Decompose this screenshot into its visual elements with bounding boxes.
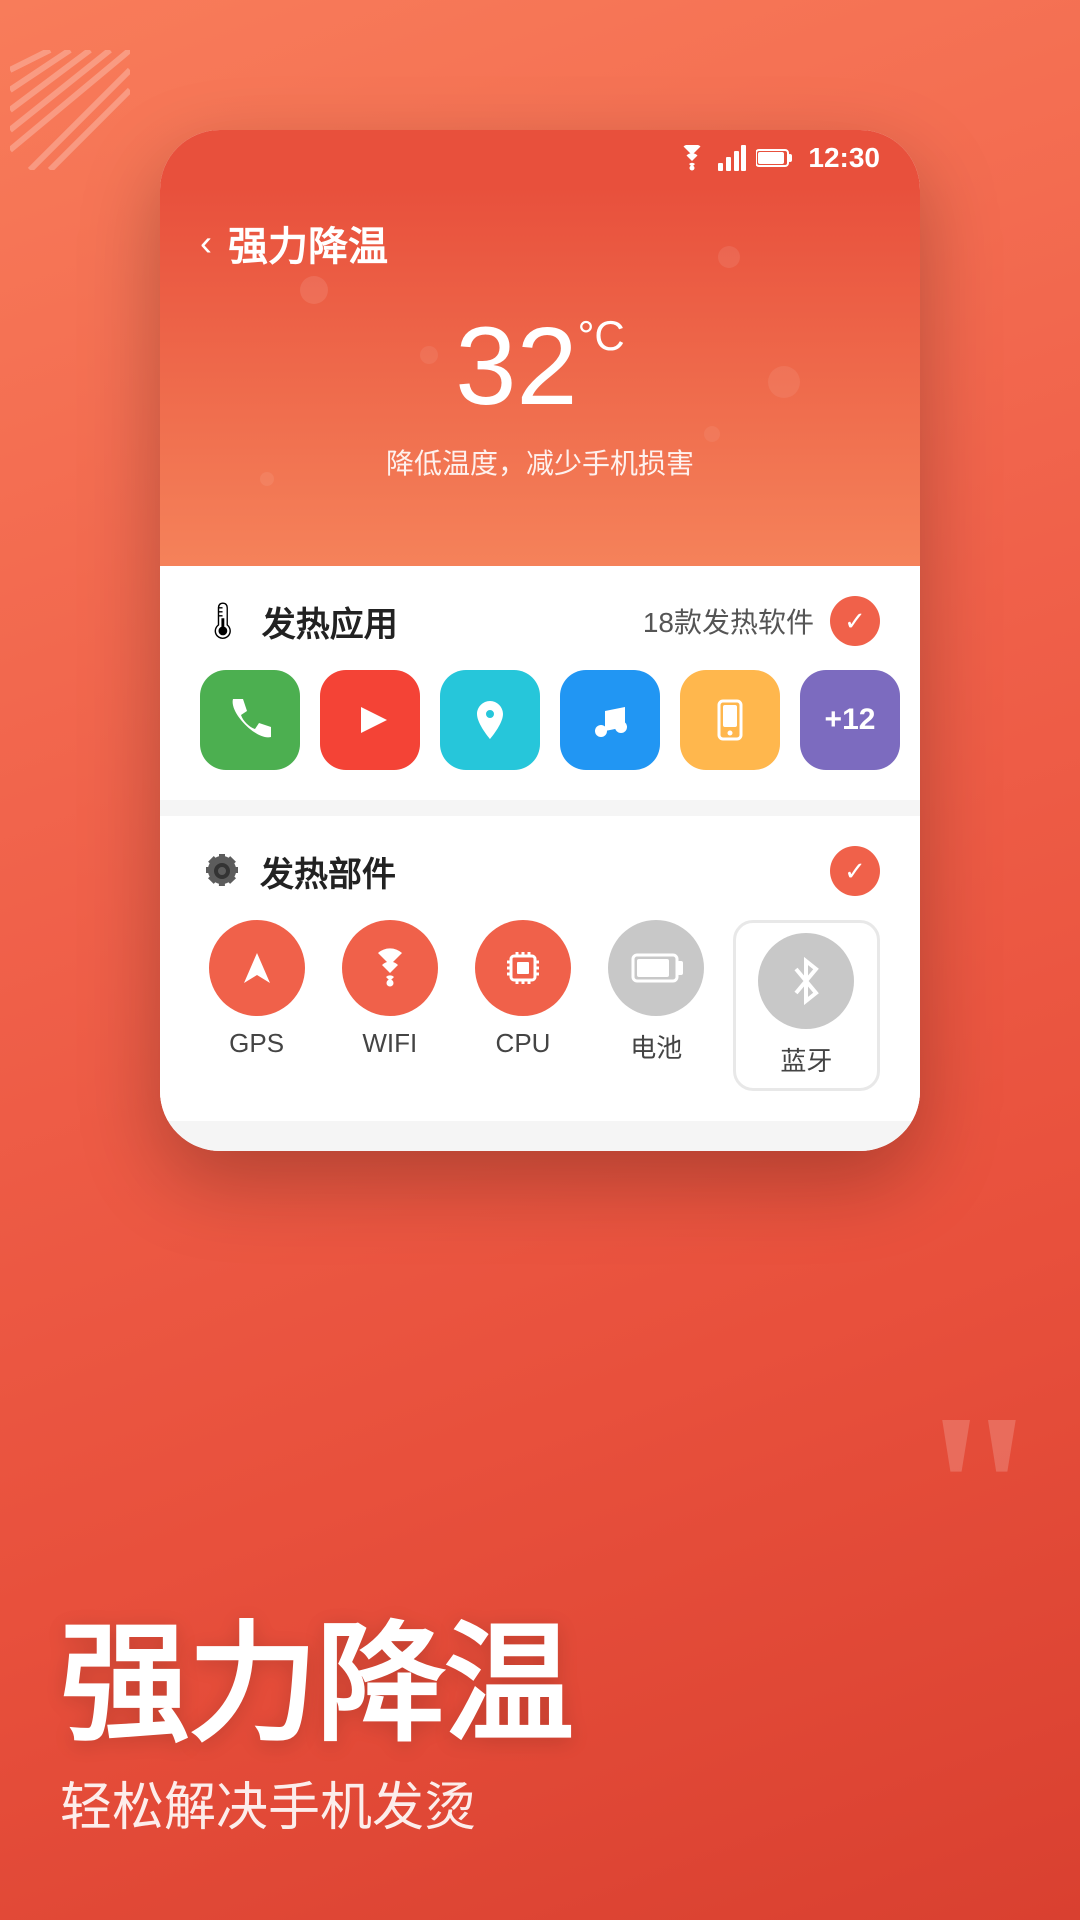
status-time: 12:30 <box>808 142 880 174</box>
apps-count-badge: 18款发热软件 <box>643 601 814 641</box>
cpu-label: CPU <box>496 1028 551 1059</box>
battery-status-icon <box>756 147 792 169</box>
temperature-value: 32 <box>455 312 577 422</box>
status-icons <box>676 145 792 171</box>
heating-apps-section: 🌡 发热应用 18款发热软件 ✓ <box>160 566 920 800</box>
cpu-icon-circle <box>475 920 571 1016</box>
sub-headline: 轻松解决手机发烫 <box>60 1765 1020 1840</box>
app-icon-more[interactable]: +12 <box>800 670 900 770</box>
app-icon-maps[interactable] <box>440 670 540 770</box>
temperature-description: 降低温度，减少手机损害 <box>200 442 880 482</box>
heating-components-section: 发热部件 ✓ GPS <box>160 816 920 1121</box>
bubble-1 <box>300 276 328 304</box>
gear-icon <box>200 849 244 893</box>
more-label: +12 <box>825 703 876 737</box>
components-section-header: 发热部件 ✓ <box>200 846 880 896</box>
deco-quote: " <box>918 1380 1040 1600</box>
gps-label: GPS <box>229 1028 284 1059</box>
wifi-label: WIFI <box>362 1028 417 1059</box>
app-icon-video[interactable] <box>320 670 420 770</box>
apps-section-title: 发热应用 <box>262 597 398 646</box>
battery-icon-circle <box>608 920 704 1016</box>
phone-body: 🌡 发热应用 18款发热软件 ✓ <box>160 566 920 1151</box>
bluetooth-icon-circle <box>758 933 854 1029</box>
component-bluetooth[interactable]: 蓝牙 <box>733 920 880 1091</box>
gps-icon-circle <box>209 920 305 1016</box>
bubble-4 <box>768 366 800 398</box>
bubble-5 <box>704 426 720 442</box>
phone-nav: ‹ 强力降温 <box>200 214 880 272</box>
apps-header-right: 18款发热软件 ✓ <box>643 596 880 646</box>
components-row: GPS WIFI <box>200 920 880 1091</box>
apps-section-header: 🌡 发热应用 18款发热软件 ✓ <box>200 596 880 646</box>
deco-lines-icon <box>10 50 130 170</box>
bubble-3 <box>718 246 740 268</box>
component-cpu[interactable]: CPU <box>466 920 579 1059</box>
back-arrow-icon[interactable]: ‹ <box>200 222 212 264</box>
components-check-icon[interactable]: ✓ <box>830 846 880 896</box>
apps-check-icon[interactable]: ✓ <box>830 596 880 646</box>
wifi-status-icon <box>676 145 708 171</box>
apps-header-left: 🌡 发热应用 <box>200 597 398 646</box>
main-headline: 强力降温 <box>60 1619 1020 1749</box>
thermometer-icon: 🌡 <box>200 600 246 642</box>
component-wifi[interactable]: WIFI <box>333 920 446 1059</box>
phone-mockup: 12:30 ‹ 强力降温 32°C 降低温度，减少手机损害 🌡 发热应用 <box>160 130 920 1151</box>
app-icon-phone[interactable] <box>200 670 300 770</box>
app-icon-music[interactable] <box>560 670 660 770</box>
phone-header: ‹ 强力降温 32°C 降低温度，减少手机损害 <box>160 186 920 566</box>
temperature-unit: °C <box>578 312 625 359</box>
signal-status-icon <box>718 145 746 171</box>
battery-label: 电池 <box>630 1028 682 1065</box>
bubble-6 <box>260 472 274 486</box>
bluetooth-label: 蓝牙 <box>780 1041 832 1078</box>
app-icon-mirror[interactable] <box>680 670 780 770</box>
bubble-2 <box>420 346 438 364</box>
components-header-left: 发热部件 <box>200 847 396 896</box>
page-title: 强力降温 <box>228 214 388 272</box>
wifi-icon-circle <box>342 920 438 1016</box>
bottom-text-section: 强力降温 轻松解决手机发烫 <box>0 1569 1080 1920</box>
apps-row: +12 <box>200 670 880 770</box>
status-bar: 12:30 <box>160 130 920 186</box>
components-section-title: 发热部件 <box>260 847 396 896</box>
component-battery[interactable]: 电池 <box>600 920 713 1065</box>
component-gps[interactable]: GPS <box>200 920 313 1059</box>
